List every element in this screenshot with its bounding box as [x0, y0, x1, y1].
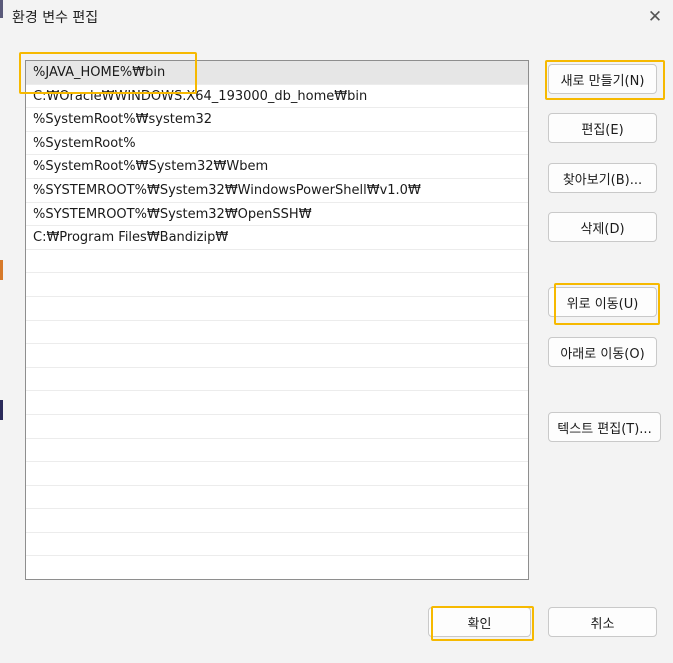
- path-list[interactable]: %JAVA_HOME%₩bin C:₩Oracle₩WINDOWS.X64_19…: [25, 60, 529, 580]
- list-item-empty[interactable]: [26, 368, 528, 392]
- ok-button[interactable]: 확인: [428, 607, 531, 637]
- list-item-empty[interactable]: [26, 250, 528, 274]
- list-item-empty[interactable]: [26, 391, 528, 415]
- cancel-button[interactable]: 취소: [548, 607, 657, 637]
- delete-button[interactable]: 삭제(D): [548, 212, 657, 242]
- list-item[interactable]: %SystemRoot%₩system32: [26, 108, 528, 132]
- list-item-empty[interactable]: [26, 273, 528, 297]
- background-window-edge: [0, 0, 3, 663]
- list-item-empty[interactable]: [26, 486, 528, 510]
- list-item-empty[interactable]: [26, 321, 528, 345]
- list-item[interactable]: %SYSTEMROOT%₩System32₩WindowsPowerShell₩…: [26, 179, 528, 203]
- close-icon[interactable]: ✕: [644, 6, 666, 28]
- edit-text-button[interactable]: 텍스트 편집(T)...: [548, 412, 661, 442]
- dialog-title: 환경 변수 편집: [12, 10, 99, 26]
- list-item-empty[interactable]: [26, 415, 528, 439]
- list-item-empty[interactable]: [26, 509, 528, 533]
- browse-button[interactable]: 찾아보기(B)...: [548, 163, 657, 193]
- list-item-empty[interactable]: [26, 462, 528, 486]
- move-up-button[interactable]: 위로 이동(U): [548, 287, 657, 317]
- edit-button[interactable]: 편집(E): [548, 113, 657, 143]
- list-item-empty[interactable]: [26, 556, 528, 579]
- list-item[interactable]: %SystemRoot%₩System32₩Wbem: [26, 155, 528, 179]
- new-button[interactable]: 새로 만들기(N): [548, 64, 657, 94]
- list-item-empty[interactable]: [26, 439, 528, 463]
- list-item-empty[interactable]: [26, 344, 528, 368]
- list-item-empty[interactable]: [26, 297, 528, 321]
- list-item[interactable]: %JAVA_HOME%₩bin: [26, 61, 528, 85]
- list-item-empty[interactable]: [26, 533, 528, 557]
- list-item[interactable]: %SystemRoot%: [26, 132, 528, 156]
- list-item[interactable]: C:₩Program Files₩Bandizip₩: [26, 226, 528, 250]
- list-item[interactable]: C:₩Oracle₩WINDOWS.X64_193000_db_home₩bin: [26, 85, 528, 109]
- move-down-button[interactable]: 아래로 이동(O): [548, 337, 657, 367]
- list-item[interactable]: %SYSTEMROOT%₩System32₩OpenSSH₩: [26, 203, 528, 227]
